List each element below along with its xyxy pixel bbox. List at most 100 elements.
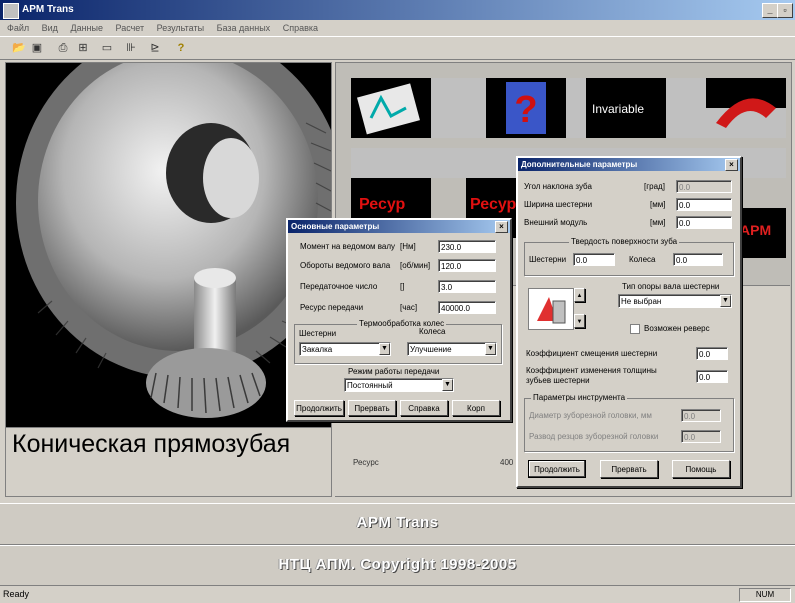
continue-button[interactable]: Продолжить [294, 400, 344, 416]
chevron-down-icon[interactable]: ▼ [379, 343, 390, 355]
help-icon[interactable]: ? [172, 40, 190, 57]
support-type-label: Тип опоры вала шестерни [622, 282, 720, 291]
preview-icon[interactable]: ⊞ [74, 40, 92, 57]
face-width-input[interactable]: 0.0 [676, 198, 732, 211]
speed-input[interactable]: 120.0 [438, 259, 496, 272]
main-params-title: Основные параметры [291, 222, 380, 231]
app-name-text: APM Trans [356, 514, 439, 531]
tool-params-group-title: Параметры инструмента [531, 393, 628, 402]
geometry-tile[interactable] [351, 78, 431, 138]
helix-angle-input[interactable]: 0.0 [676, 180, 732, 193]
menu-results[interactable]: Результаты [157, 23, 204, 33]
window-icon[interactable]: ▭ [98, 40, 116, 57]
speed-unit: [об/мин] [400, 261, 431, 270]
geometry-icon [357, 83, 420, 135]
chevron-down-icon[interactable]: ▼ [485, 343, 496, 355]
heat-treatment-group: Термообработка колес Шестерни Колеса Зак… [294, 319, 502, 364]
tool-cut-label: Развод резцов зуборезной головки [529, 432, 659, 441]
reverse-checkbox[interactable] [630, 324, 640, 334]
thickness-coef-label: Коэффициент изменения толщины зубьев шес… [526, 366, 657, 385]
help-button[interactable]: Помощь [672, 460, 730, 478]
shift-coef-label: Коэффициент смещения шестерни [526, 349, 658, 358]
module-input[interactable]: 0.0 [676, 216, 732, 229]
module-label: Внешний модуль [524, 218, 588, 227]
menu-view[interactable]: Вид [42, 23, 58, 33]
helix-angle-unit: [град] [644, 182, 665, 191]
bevel-gear-image [16, 63, 331, 418]
title-bar: APM Trans _ ▫ [0, 0, 795, 20]
results-resource-label: Ресурс [353, 458, 379, 467]
close-icon[interactable]: × [495, 221, 508, 233]
main-params-title-bar: Основные параметры × [288, 220, 510, 233]
menu-data[interactable]: Данные [70, 23, 103, 33]
menu-file[interactable]: Файл [7, 23, 29, 33]
wheel-heat-select[interactable]: Улучшение ▼ [407, 342, 497, 356]
hardness-gear-input[interactable]: 0.0 [573, 253, 615, 266]
toolbar: 📂 ▣ ⎙ ⊞ ▭ ⊪ ⊵ ? [0, 36, 795, 60]
question-tile[interactable]: ? [486, 78, 566, 138]
abort-button[interactable]: Прервать [600, 460, 658, 478]
resource-tile-2-label: Ресур [470, 196, 517, 213]
face-width-label: Ширина шестерни [524, 200, 593, 209]
face-width-unit: [мм] [650, 200, 666, 209]
torque-input[interactable]: 230.0 [438, 240, 496, 253]
menu-help[interactable]: Справка [283, 23, 318, 33]
save-disk-icon[interactable]: ▣ [28, 40, 46, 57]
housing-button[interactable]: Корп [452, 400, 500, 416]
abort-button[interactable]: Прервать [348, 400, 396, 416]
tool-diameter-input[interactable]: 0.0 [681, 409, 721, 422]
calc-icon[interactable]: ⊪ [122, 40, 140, 57]
hardness-wheel-label: Колеса [629, 255, 656, 264]
mode-select-value: Постоянный [347, 381, 393, 390]
tool-cut-input[interactable]: 0.0 [681, 430, 721, 443]
torque-unit: [Нм] [400, 242, 416, 251]
menu-database[interactable]: База данных [217, 23, 271, 33]
maximize-button[interactable]: ▫ [777, 3, 793, 18]
apm-tile[interactable]: APM [736, 208, 786, 258]
tool-params-group: Параметры инструмента Диаметр зуборезной… [524, 393, 734, 452]
mode-select[interactable]: Постоянный ▼ [344, 378, 454, 392]
results-resource-value: 400 [500, 458, 514, 467]
hardness-wheel-input[interactable]: 0.0 [673, 253, 723, 266]
app-icon [3, 3, 19, 19]
minimize-button[interactable]: _ [762, 3, 778, 18]
thickness-coef-input[interactable]: 0.0 [696, 370, 728, 383]
svg-text:?: ? [514, 89, 537, 131]
gear-3d-view [5, 62, 332, 429]
continue-button[interactable]: Продолжить [528, 460, 586, 478]
window-title: APM Trans [22, 4, 74, 15]
support-type-select-value: Не выбран [621, 297, 662, 306]
gear-heat-select[interactable]: Закалка ▼ [299, 342, 391, 356]
chevron-down-icon[interactable]: ▼ [442, 379, 453, 391]
menu-calc[interactable]: Расчет [116, 23, 145, 33]
print-icon[interactable]: ⎙ [54, 40, 72, 57]
status-text: Ready [3, 589, 30, 599]
red-gear-icon [706, 98, 786, 138]
question-icon: ? [506, 82, 546, 134]
apm-tile-label: APM [740, 222, 772, 238]
lifetime-input[interactable]: 40000.0 [438, 301, 496, 314]
hardness-group: Твердость поверхности зуба Шестерни 0.0 … [524, 237, 734, 276]
scroll-up-arrow[interactable]: ▲ [574, 288, 585, 302]
hardness-group-title: Твердость поверхности зуба [569, 237, 680, 246]
bearing-support-icon [537, 297, 566, 324]
status-bar: Ready NUM [0, 585, 795, 603]
red-gear-tile[interactable] [706, 78, 786, 138]
open-folder-icon[interactable]: 📂 [10, 40, 28, 57]
extra-params-title: Дополнительные параметры [521, 160, 638, 169]
shift-coef-input[interactable]: 0.0 [696, 347, 728, 360]
chevron-down-icon[interactable]: ▼ [720, 295, 731, 307]
help-button[interactable]: Справка [400, 400, 448, 416]
torque-label: Момент на ведомом валу [300, 242, 396, 251]
tile-spacer-2 [566, 78, 586, 138]
ratio-input[interactable]: 3.0 [438, 280, 496, 293]
reverse-label: Возможен реверс [644, 324, 710, 333]
support-type-select[interactable]: Не выбран ▼ [618, 294, 732, 308]
invariable-tile[interactable]: Invariable [586, 78, 666, 138]
ratio-label: Передаточное число [300, 282, 378, 291]
close-icon[interactable]: × [725, 159, 738, 171]
scroll-down-arrow[interactable]: ▼ [574, 314, 585, 328]
heat-wheel-label: Колеса [419, 327, 446, 336]
heat-gear-label: Шестерни [299, 329, 337, 338]
chart-icon[interactable]: ⊵ [146, 40, 164, 57]
